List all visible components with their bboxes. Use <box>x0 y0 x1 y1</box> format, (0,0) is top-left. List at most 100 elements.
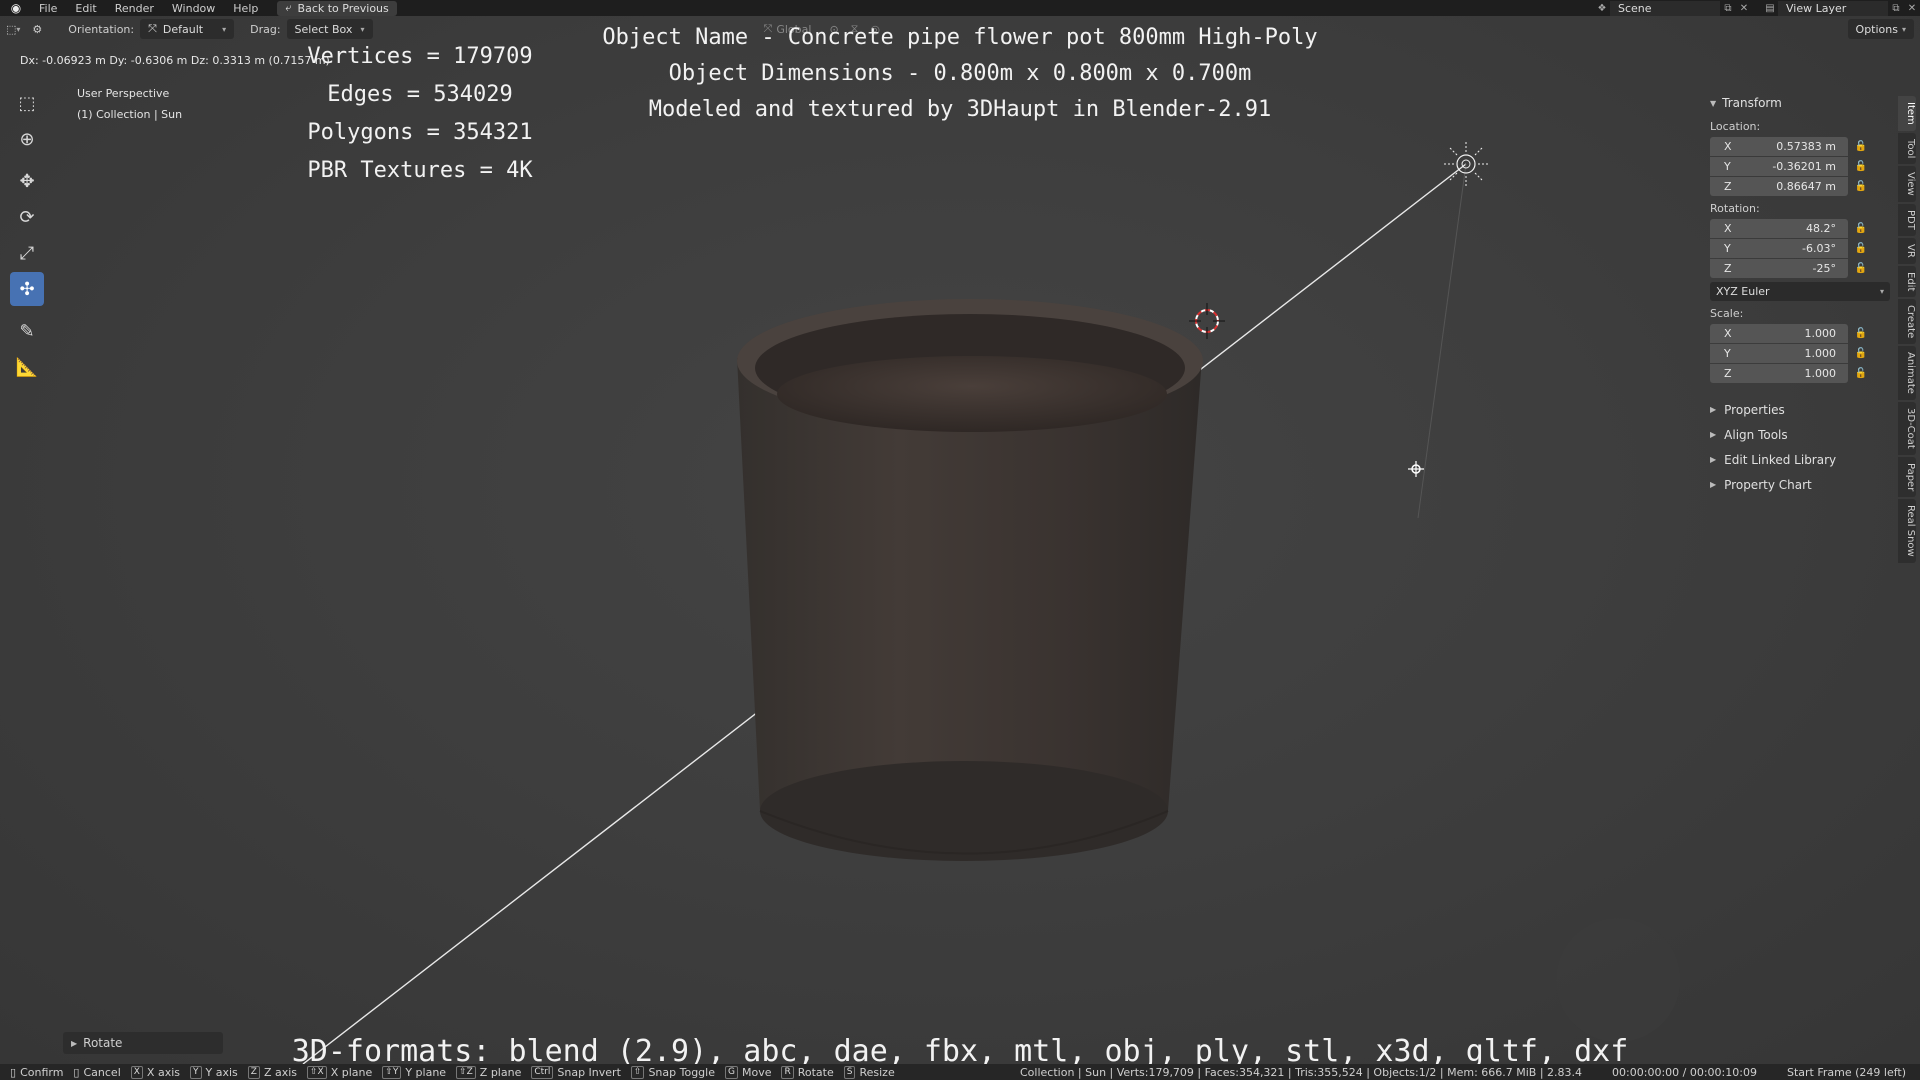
copy-scene-icon[interactable]: ⧉ <box>1720 0 1736 16</box>
blender-logo-icon[interactable]: ◉ <box>8 0 24 16</box>
copy-view-layer-icon[interactable]: ⧉ <box>1888 0 1904 16</box>
axis-label: X <box>1724 326 1732 340</box>
axis-label: Y <box>1724 346 1731 360</box>
textures-stat: PBR Textures = 4K <box>307 158 533 183</box>
3d-viewport[interactable]: ⬚ ▾ ⚙ Orientation: ⤧ Default ▾ Drag: Sele… <box>0 16 1920 1064</box>
axis-label: Z <box>1724 179 1732 193</box>
rotation-x-field[interactable]: X 48.2° <box>1710 218 1848 238</box>
scale-x-field[interactable]: X 1.000 <box>1710 323 1848 343</box>
scale-z-field[interactable]: Z 1.000 <box>1710 363 1848 383</box>
rotation-y-row: Y -6.03° 🔓 <box>1700 238 1896 258</box>
move-tool-icon[interactable]: ✥ <box>10 164 44 198</box>
section-label: Property Chart <box>1724 477 1812 492</box>
status-label: Move <box>741 1065 772 1079</box>
tab-real-snow[interactable]: Real Snow <box>1898 499 1916 563</box>
menu-render[interactable]: Render <box>106 2 163 15</box>
tab-vr[interactable]: VR <box>1898 237 1916 264</box>
lock-icon[interactable]: 🔓 <box>1848 141 1874 152</box>
object-name-line: Object Name - Concrete pipe flower pot 8… <box>602 25 1318 50</box>
lock-icon[interactable]: 🔓 <box>1848 161 1874 172</box>
status-z-axis: ZZ axis <box>247 1065 297 1079</box>
lock-icon[interactable]: 🔓 <box>1848 348 1874 359</box>
mouse-left-icon: ▯ <box>10 1065 17 1079</box>
location-y-field[interactable]: Y -0.36201 m <box>1710 156 1848 176</box>
lock-icon[interactable]: 🔓 <box>1848 328 1874 339</box>
scale-tool-icon[interactable]: ⤢ <box>10 236 44 270</box>
key-hint: ⇧Y <box>382 1065 402 1079</box>
view-layer-name-field[interactable]: View Layer <box>1778 0 1888 16</box>
expand-triangle-icon: ▶ <box>1710 455 1717 464</box>
chevron-down-icon: ▾ <box>1879 287 1884 296</box>
lock-icon[interactable]: 🔓 <box>1848 181 1874 192</box>
close-view-layer-icon[interactable]: ✕ <box>1904 0 1920 16</box>
lock-icon[interactable]: 🔓 <box>1848 223 1874 234</box>
align-tools-panel-header[interactable]: ▶ Align Tools <box>1700 422 1896 447</box>
menu-help[interactable]: Help <box>224 2 267 15</box>
status-label: Snap Toggle <box>648 1065 715 1079</box>
location-x-field[interactable]: X 0.57383 m <box>1710 136 1848 156</box>
menu-edit[interactable]: Edit <box>66 2 105 15</box>
measure-tool-icon[interactable]: 📐 <box>10 350 44 384</box>
menu-window[interactable]: Window <box>163 2 224 15</box>
rotation-z-value: -25° <box>1812 261 1836 275</box>
tab-paper[interactable]: Paper <box>1898 456 1916 498</box>
location-y-row: Y -0.36201 m 🔓 <box>1700 156 1896 176</box>
scale-y-field[interactable]: Y 1.000 <box>1710 343 1848 363</box>
sidebar-n-panel: ▼ Transform Location: X 0.57383 m 🔓 Y -0.3… <box>1700 92 1896 497</box>
menu-file[interactable]: File <box>30 2 66 15</box>
property-chart-panel-header[interactable]: ▶ Property Chart <box>1700 472 1896 497</box>
start-frame-info: Start Frame (249 left) <box>1786 1065 1906 1079</box>
navigation-gizmo[interactable] <box>1556 918 1680 1042</box>
properties-panel-header[interactable]: ▶ Properties <box>1700 397 1896 422</box>
lock-icon[interactable]: 🔓 <box>1848 263 1874 274</box>
rotation-mode-dropdown[interactable]: XYZ Euler ▾ <box>1710 282 1890 301</box>
tab-create[interactable]: Create <box>1898 298 1916 345</box>
key-hint: Z <box>247 1065 260 1079</box>
modeled-by-line: Modeled and textured by 3DHaupt in Blend… <box>648 97 1272 122</box>
transform-panel-header[interactable]: ▼ Transform <box>1700 92 1896 114</box>
rotate-tool-icon[interactable]: ⟳ <box>10 200 44 234</box>
tab-3d-coat[interactable]: 3D-Coat <box>1898 402 1916 455</box>
lock-icon[interactable]: 🔓 <box>1848 368 1874 379</box>
object-dimensions-line: Object Dimensions - 0.800m x 0.800m x 0.… <box>668 61 1252 86</box>
status-label: X axis <box>146 1065 180 1079</box>
rotation-mode-value: XYZ Euler <box>1716 285 1770 298</box>
tab-animate[interactable]: Animate <box>1898 346 1916 401</box>
location-z-field[interactable]: Z 0.86647 m <box>1710 176 1848 196</box>
scene-selector[interactable]: ❖ Scene ⧉ ✕ <box>1594 0 1752 16</box>
key-hint: ⇧X <box>307 1065 327 1079</box>
expand-triangle-icon: ▶ <box>1710 405 1717 414</box>
lock-icon[interactable]: 🔓 <box>1848 243 1874 254</box>
tab-item[interactable]: Item <box>1898 96 1916 131</box>
rotation-y-field[interactable]: Y -6.03° <box>1710 238 1848 258</box>
scene-icon: ❖ <box>1597 2 1607 14</box>
collapse-triangle-icon: ▼ <box>1710 98 1717 108</box>
section-label: Properties <box>1724 402 1785 417</box>
tab-edit[interactable]: Edit <box>1898 265 1916 297</box>
rotation-z-row: Z -25° 🔓 <box>1700 258 1896 278</box>
rotation-z-field[interactable]: Z -25° <box>1710 258 1848 278</box>
key-hint: ⇧Z <box>456 1065 476 1079</box>
transform-tool-icon[interactable]: ✣ <box>10 272 44 306</box>
back-to-previous-button[interactable]: ⤶ Back to Previous <box>277 0 397 16</box>
location-x-row: X 0.57383 m 🔓 <box>1700 136 1896 156</box>
status-label: Confirm <box>20 1065 64 1079</box>
tab-pdt[interactable]: PDT <box>1898 203 1916 236</box>
mouse-right-icon: ▯ <box>73 1065 80 1079</box>
location-x-value: 0.57383 m <box>1776 139 1836 153</box>
scale-z-value: 1.000 <box>1804 366 1837 380</box>
scene-name-field[interactable]: Scene <box>1610 0 1720 16</box>
status-info: Collection | Sun | Verts:179,709 | Faces… <box>1020 1064 1906 1080</box>
close-scene-icon[interactable]: ✕ <box>1736 0 1752 16</box>
status-label: Snap Invert <box>557 1065 621 1079</box>
expand-triangle-icon: ▶ <box>1710 430 1717 439</box>
edit-linked-library-panel-header[interactable]: ▶ Edit Linked Library <box>1700 447 1896 472</box>
view-layer-selector[interactable]: ▤ View Layer ⧉ ✕ <box>1762 0 1920 16</box>
status-resize: S Resize <box>843 1065 895 1079</box>
view-layer-icon: ▤ <box>1765 2 1775 14</box>
tab-tool[interactable]: Tool <box>1898 132 1916 165</box>
back-icon: ⤶ <box>285 1 292 14</box>
tab-view[interactable]: View <box>1898 166 1916 202</box>
annotate-tool-icon[interactable]: ✎ <box>10 314 44 348</box>
rotate-operator-panel[interactable]: ▶ Rotate <box>63 1032 223 1054</box>
